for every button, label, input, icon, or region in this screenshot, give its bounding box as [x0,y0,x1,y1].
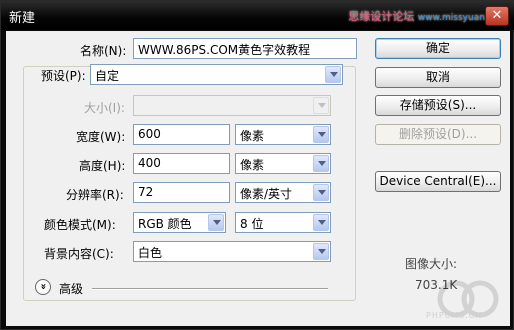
preset-label: 预设(P): [39,67,88,84]
preset-select[interactable]: 自定 [90,64,343,85]
size-label: 大小(I): [84,101,125,115]
ok-button[interactable]: 确定 [375,38,501,59]
double-chevron-down-icon: » [37,283,49,290]
new-document-dialog: 新建 思缘设计论坛 www.missyuan.com ✕ 名称(N): WWW.… [0,0,514,330]
color-mode-label: 颜色模式(M): [44,218,116,232]
resolution-field[interactable]: 72 [133,182,230,203]
chevron-down-icon [313,243,329,260]
color-mode-value: RGB 颜色 [138,217,192,231]
chevron-down-icon [313,184,329,201]
background-value: 白色 [138,246,163,260]
watermark-name: 思缘设计论坛 [348,10,415,23]
watermark-text: 思缘设计论坛 www.missyuan.com [348,8,507,24]
cancel-button[interactable]: 取消 [375,67,501,88]
width-field[interactable]: 600 [133,124,230,145]
dialog-body: 名称(N): WWW.86PS.COM黄色字效教程 预设(P): 自定 大小(I… [6,31,510,326]
chevron-down-icon [313,214,329,231]
chevron-down-icon [313,155,329,172]
close-icon: ✕ [491,8,503,23]
height-unit-select[interactable]: 像素 [235,153,331,174]
width-unit-value: 像素 [240,129,265,143]
name-field[interactable]: WWW.86PS.COM黄色字效教程 [133,38,357,59]
background-select[interactable]: 白色 [133,241,331,262]
height-field[interactable]: 400 [133,153,230,174]
height-unit-value: 像素 [240,158,265,172]
color-mode-select[interactable]: RGB 颜色 [133,212,226,233]
resolution-label: 分辨率(R): [66,188,124,202]
name-value: WWW.86PS.COM黄色字效教程 [138,43,311,57]
width-unit-select[interactable]: 像素 [235,124,331,145]
width-label: 宽度(W): [76,130,126,144]
watermark-footer: PHPCMS.CN [426,311,483,320]
advanced-label[interactable]: 高级 [59,280,83,297]
advanced-divider [92,288,328,290]
dialog-title: 新建 [9,11,36,26]
chevron-down-icon [208,214,224,231]
background-label: 背景内容(C): [44,247,114,261]
delete-preset-button: 删除预设(D)... [375,124,501,145]
bit-depth-value: 8 位 [240,217,264,231]
device-central-button[interactable]: Device Central(E)... [375,171,501,192]
size-select [133,95,331,116]
advanced-toggle-button[interactable]: » [35,279,51,295]
preset-value: 自定 [95,69,120,83]
resolution-value: 72 [138,185,154,199]
resolution-unit-select[interactable]: 像素/英寸 [235,182,331,203]
height-value: 400 [138,156,161,170]
close-button[interactable]: ✕ [485,6,509,26]
resolution-unit-value: 像素/英寸 [240,187,293,201]
chevron-down-icon [313,126,329,143]
save-preset-button[interactable]: 存储预设(S)... [375,95,501,116]
bit-depth-select[interactable]: 8 位 [235,212,331,233]
height-label: 高度(H): [79,159,126,173]
width-value: 600 [138,127,161,141]
title-bar[interactable]: 新建 思缘设计论坛 www.missyuan.com ✕ [1,1,514,30]
chevron-down-icon [325,66,341,83]
chevron-down-icon [313,97,329,114]
name-label: 名称(N): [80,44,127,58]
image-size-label: 图像大小: [405,257,458,271]
